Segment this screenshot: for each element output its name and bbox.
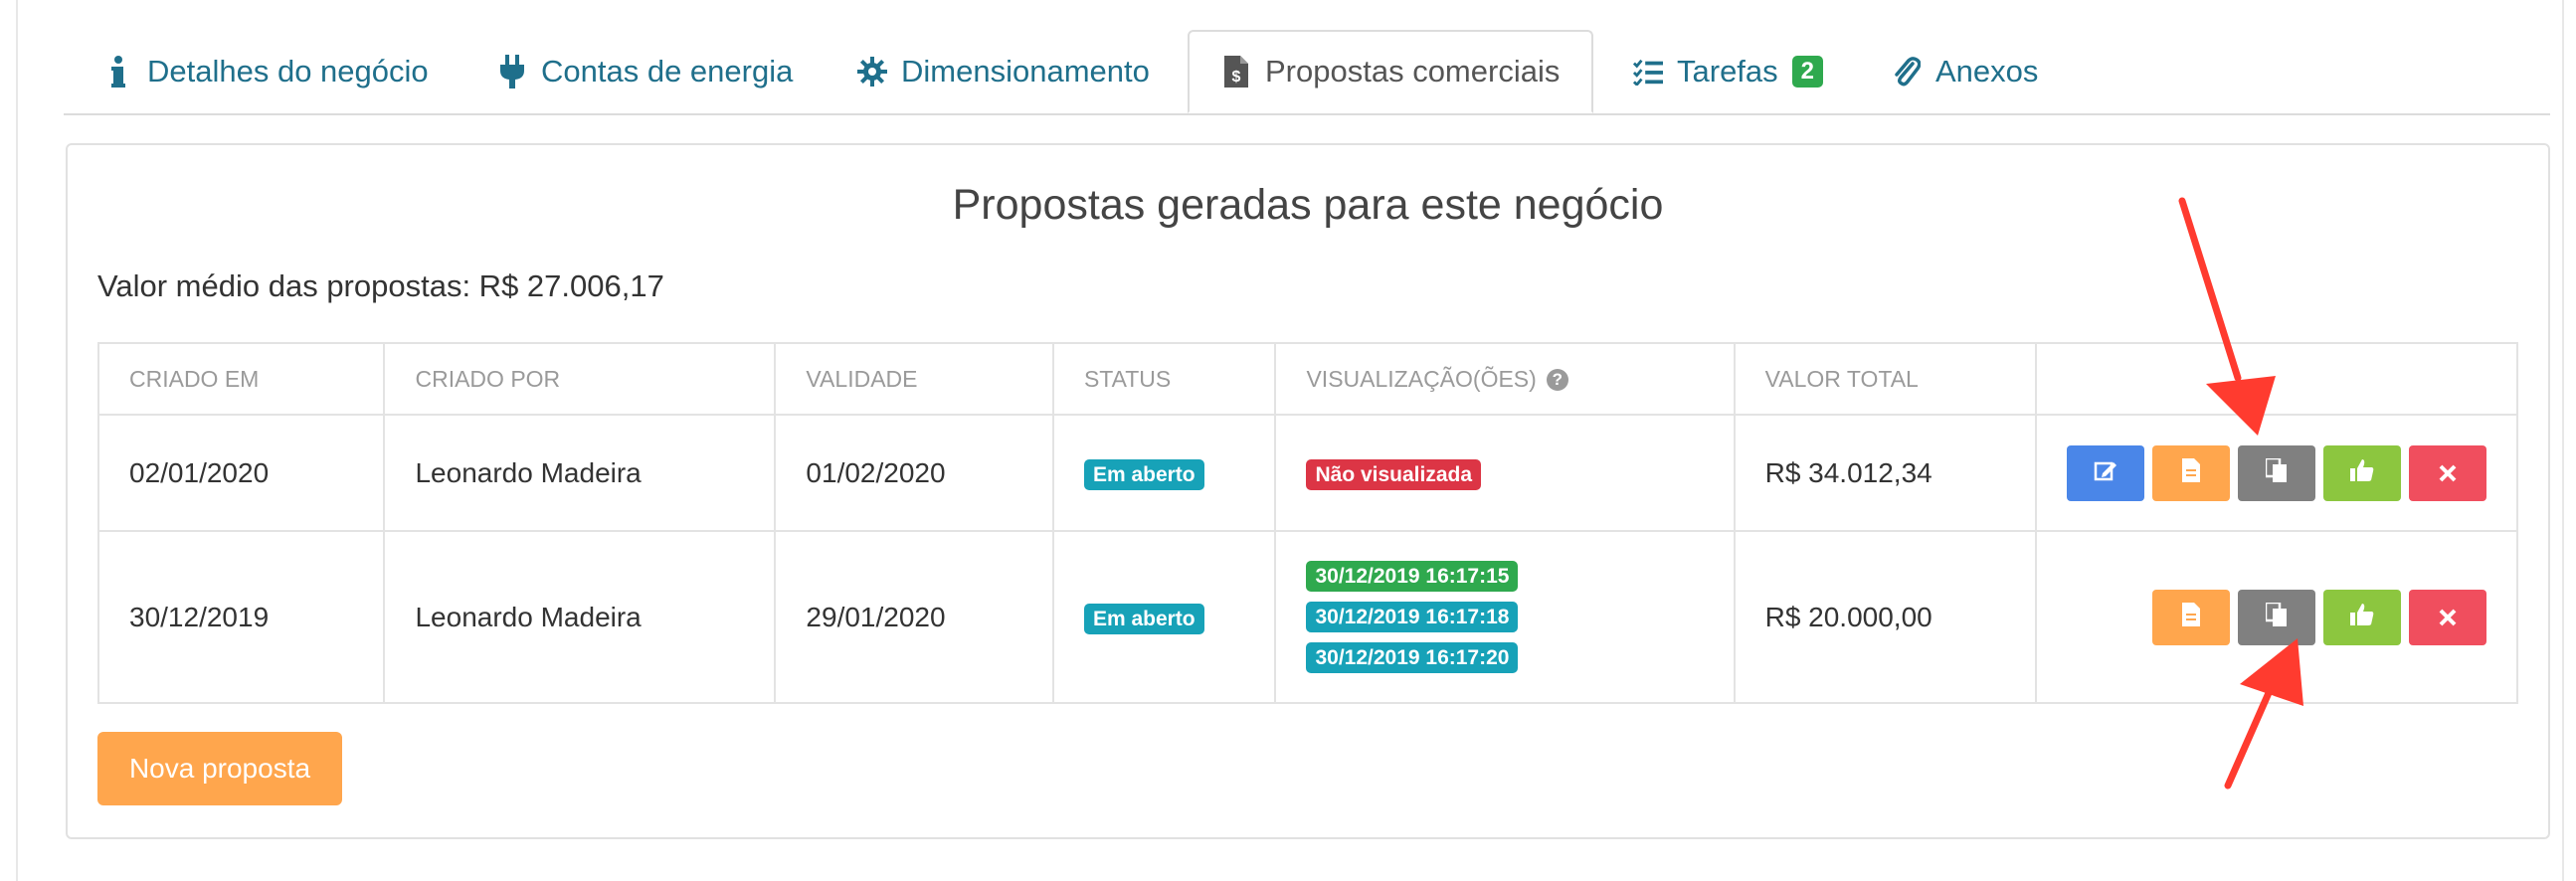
- approve-button[interactable]: [2323, 589, 2401, 645]
- paperclip-icon: [1892, 55, 1922, 88]
- header-label: VISUALIZAÇÃO(ÕES): [1306, 365, 1537, 392]
- close-icon: [2439, 457, 2457, 489]
- document-icon: [2182, 602, 2200, 633]
- approve-button[interactable]: [2323, 444, 2401, 501]
- edit-icon: [2094, 457, 2117, 489]
- cell-views: Não visualizada: [1274, 414, 1736, 532]
- view-document-button[interactable]: [2152, 444, 2230, 501]
- tab-dimensionamento[interactable]: Dimensionamento: [857, 30, 1150, 113]
- tab-detalhes[interactable]: Detalhes do negócio: [103, 30, 429, 113]
- header-criado-em[interactable]: CRIADO EM: [96, 342, 386, 416]
- svg-text:$: $: [1232, 69, 1241, 86]
- tab-label: Tarefas: [1677, 54, 1778, 88]
- cell-created: 30/12/2019: [96, 530, 386, 704]
- table-row: 30/12/2019 Leonardo Madeira 29/01/2020 E…: [96, 530, 2519, 704]
- thumbs-up-icon: [2350, 602, 2374, 633]
- document-icon: [2182, 457, 2200, 489]
- cell-total: R$ 34.012,34: [1733, 414, 2037, 532]
- duplicate-button[interactable]: [2238, 444, 2315, 501]
- header-status[interactable]: STATUS: [1051, 342, 1277, 416]
- status-badge: Em aberto: [1083, 603, 1204, 634]
- task-list-icon: [1633, 55, 1663, 88]
- header-visualizacoes: VISUALIZAÇÃO(ÕES)?: [1274, 342, 1736, 416]
- table-row: 02/01/2020 Leonardo Madeira 01/02/2020 E…: [96, 414, 2519, 532]
- tab-label: Anexos: [1935, 54, 2039, 88]
- cell-author: Leonardo Madeira: [383, 414, 777, 532]
- copy-icon: [2264, 456, 2288, 489]
- tab-tarefas[interactable]: Tarefas 2: [1633, 30, 1824, 113]
- cell-status: Em aberto: [1051, 414, 1277, 532]
- tab-bar: Detalhes do negócio Contas de energia Di…: [64, 30, 2550, 115]
- tab-label: Detalhes do negócio: [147, 54, 429, 88]
- cell-author: Leonardo Madeira: [383, 530, 777, 704]
- average-value: Valor médio das propostas: R$ 27.006,17: [97, 268, 664, 303]
- thumbs-up-icon: [2350, 457, 2374, 489]
- header-valor-total[interactable]: VALOR TOTAL: [1733, 342, 2037, 416]
- delete-button[interactable]: [2409, 589, 2486, 645]
- table-header-row: CRIADO EM CRIADO POR VALIDADE STATUS VIS…: [96, 342, 2519, 416]
- cell-validity: 01/02/2020: [774, 414, 1054, 532]
- tab-propostas-comerciais[interactable]: $ Propostas comerciais: [1188, 30, 1594, 113]
- header-validade[interactable]: VALIDADE: [774, 342, 1054, 416]
- header-criado-por[interactable]: CRIADO POR: [383, 342, 777, 416]
- page-container: Detalhes do negócio Contas de energia Di…: [16, 0, 2564, 881]
- gear-icon: [857, 55, 887, 88]
- tab-label: Contas de energia: [541, 54, 794, 88]
- annotation-arrow-down: [2178, 197, 2276, 436]
- edit-button[interactable]: [2067, 444, 2144, 501]
- not-viewed-badge: Não visualizada: [1306, 458, 1482, 490]
- annotation-arrow-up: [2224, 638, 2303, 790]
- cell-validity: 29/01/2020: [774, 530, 1054, 704]
- delete-button[interactable]: [2409, 444, 2486, 501]
- view-timestamp-badge: 30/12/2019 16:17:20: [1306, 642, 1519, 673]
- cell-views: 30/12/2019 16:17:15 30/12/2019 16:17:18 …: [1274, 530, 1736, 704]
- view-timestamp-badge: 30/12/2019 16:17:18: [1306, 602, 1519, 632]
- view-timestamp-badge: 30/12/2019 16:17:15: [1306, 561, 1519, 592]
- tab-label: Propostas comerciais: [1265, 54, 1561, 88]
- close-icon: [2439, 602, 2457, 633]
- tab-contas-energia[interactable]: Contas de energia: [497, 30, 793, 113]
- invoice-icon: $: [1221, 55, 1251, 88]
- cell-status: Em aberto: [1051, 530, 1277, 704]
- new-proposal-button[interactable]: Nova proposta: [97, 732, 342, 805]
- help-icon[interactable]: ?: [1546, 369, 1568, 392]
- proposals-table: CRIADO EM CRIADO POR VALIDADE STATUS VIS…: [96, 342, 2519, 704]
- tab-label: Dimensionamento: [901, 54, 1150, 88]
- tab-anexos[interactable]: Anexos: [1892, 30, 2038, 113]
- info-icon: [103, 55, 133, 88]
- task-count-badge: 2: [1791, 56, 1824, 88]
- status-badge: Em aberto: [1083, 458, 1204, 490]
- cell-total: R$ 20.000,00: [1733, 530, 2037, 704]
- cell-created: 02/01/2020: [96, 414, 386, 532]
- plug-icon: [497, 55, 527, 88]
